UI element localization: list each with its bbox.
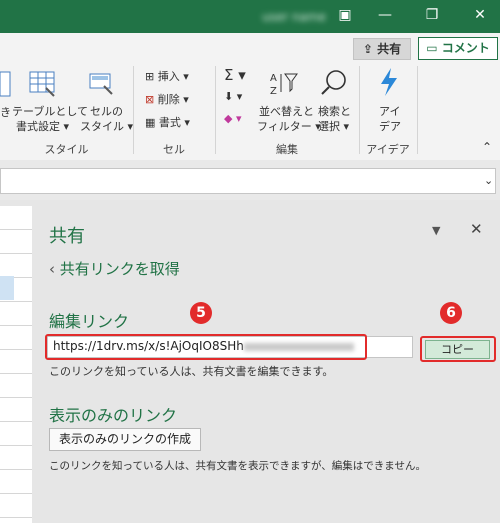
clear-icon[interactable]: ◆ ▾ [224, 112, 241, 125]
sort-filter-icon[interactable]: AZ [267, 70, 301, 98]
find-select-label2[interactable]: 選択 ▾ [318, 118, 349, 134]
ideas-label2[interactable]: デア [379, 118, 401, 134]
insert-button[interactable]: ⊞ 挿入 ▾ [145, 68, 189, 84]
ideas-label[interactable]: アイ [379, 103, 400, 119]
share-label: 共有 [377, 42, 402, 56]
group-label-ideas: アイデア [366, 143, 410, 156]
format-button[interactable]: ▦ 書式 ▾ [145, 114, 190, 130]
minimize-icon[interactable]: — [365, 7, 405, 23]
back-chevron-icon: ‹ [49, 260, 55, 278]
svg-text:Z: Z [270, 86, 277, 97]
close-pane-icon[interactable]: ✕ [470, 220, 483, 238]
pane-title: 共有 [49, 226, 85, 247]
group-label-edit: 編集 [276, 143, 298, 156]
search-icon[interactable] [319, 68, 349, 98]
view-link-note: このリンクを知っている人は、共有文書を表示できますが、編集はできません。 [49, 460, 426, 472]
delete-button[interactable]: ⊠ 削除 ▾ [145, 91, 189, 107]
formula-input[interactable] [0, 168, 496, 194]
insert-icon: ⊞ [145, 70, 155, 83]
cell-styles-icon[interactable] [88, 70, 116, 98]
autosum-icon[interactable]: Σ ▾ [224, 66, 246, 84]
sort-filter-label2[interactable]: フィルター ▾ [257, 118, 321, 134]
find-select-label[interactable]: 検索と [318, 103, 351, 119]
cell-styles-label2[interactable]: スタイル ▾ [80, 118, 133, 134]
cell-styles-label[interactable]: セルの [90, 103, 123, 119]
format-as-table-label2[interactable]: 書式設定 ▾ [16, 118, 69, 134]
sort-filter-label[interactable]: 並べ替えと [259, 103, 314, 119]
worksheet-grid[interactable] [0, 206, 33, 523]
step-marker-6: 6 [440, 302, 462, 324]
ribbon-display-icon[interactable]: ▣ [325, 7, 365, 23]
share-button[interactable]: ⇪ 共有 [353, 38, 411, 60]
highlight-box-url [45, 334, 367, 360]
close-icon[interactable]: ✕ [460, 7, 500, 23]
group-label-styles: スタイル [44, 143, 89, 156]
create-view-link-button[interactable]: 表示のみのリンクの作成 [49, 428, 201, 451]
restore-icon[interactable]: ❐ [412, 7, 452, 23]
collapse-ribbon-icon[interactable]: ⌃ [482, 140, 492, 154]
copy-button[interactable]: コピー [425, 340, 490, 359]
conditional-format-label[interactable]: き [0, 104, 11, 120]
title-bar: user name ▣ — ❐ ✕ [0, 0, 500, 33]
share-icon: ⇪ [362, 42, 373, 56]
format-as-table-label[interactable]: テーブルとして [12, 103, 88, 119]
format-as-table-icon[interactable] [28, 70, 58, 98]
group-divider [417, 66, 418, 154]
ideas-icon[interactable] [375, 66, 403, 98]
fill-icon[interactable]: ⬇ ▾ [224, 90, 242, 103]
comment-label: コメント [441, 41, 490, 55]
expand-formula-icon[interactable]: ⌄ [484, 174, 493, 187]
edit-link-note: このリンクを知っている人は、共有文書を編集できます。 [49, 365, 334, 378]
svg-text:A: A [270, 73, 277, 84]
back-link[interactable]: ‹ 共有リンクを取得 [49, 258, 180, 279]
view-link-heading: 表示のみのリンク [49, 406, 178, 425]
format-icon: ▦ [145, 116, 156, 129]
conditional-format-icon[interactable] [0, 70, 12, 100]
edit-link-heading: 編集リンク [49, 312, 130, 331]
account-name: user name [262, 10, 327, 24]
step-marker-5: 5 [190, 302, 212, 324]
selected-cell[interactable] [0, 276, 14, 300]
comment-button[interactable]: ▭ コメント [418, 37, 498, 60]
back-label: 共有リンクを取得 [59, 260, 180, 278]
group-label-cells: セル [163, 143, 185, 156]
pane-options-icon[interactable]: ▼ [432, 224, 440, 237]
comment-icon: ▭ [426, 41, 438, 55]
delete-icon: ⊠ [145, 93, 155, 106]
